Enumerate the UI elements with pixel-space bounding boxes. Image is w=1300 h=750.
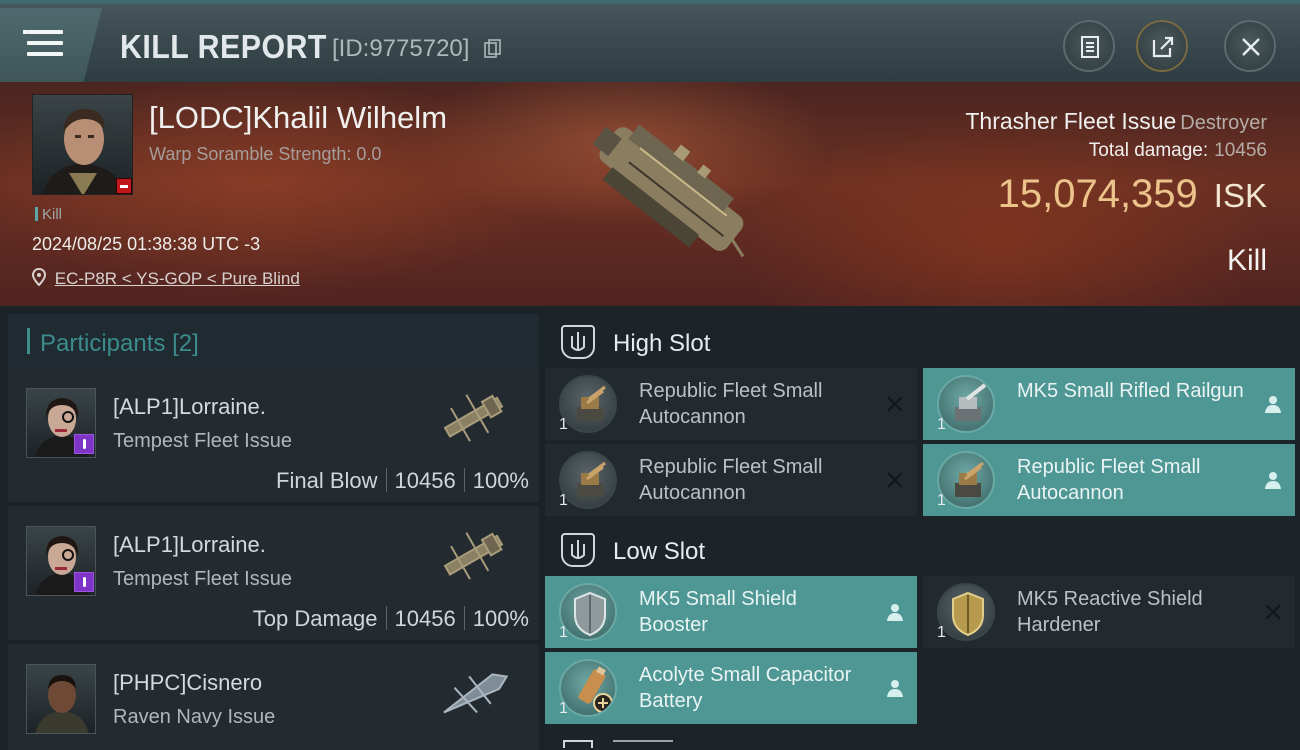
module-quantity: 1 [559,624,568,641]
kill-tag: Kill [35,206,62,223]
module-name: Republic Fleet Small Autocannon [639,456,823,504]
module-item[interactable]: 1 MK5 Reactive Shield Hardener [923,576,1295,648]
corp-badge [74,572,94,592]
slot-icon [561,533,595,567]
hostile-status-badge [116,178,132,194]
module-quantity: 1 [559,416,568,433]
module-item[interactable]: 1 Republic Fleet Small Autocannon [545,444,917,516]
module-name: Republic Fleet Small Autocannon [639,380,823,428]
isk-unit: ISK [1213,177,1267,214]
low-slot-header: Low Slot [545,518,1300,578]
victim-ship-image [592,124,745,258]
module-quantity: 1 [559,700,568,717]
isk-value: 15,074,359 ISK [998,172,1267,217]
clipboard-icon [1081,36,1099,58]
participant-card[interactable]: [ALP1]Lorraine. Tempest Fleet Issue Fina… [8,368,539,502]
dropped-person-icon [1265,472,1281,489]
participants-panel: Participants [2] [ALP1]Lorraine. Tempest… [0,306,545,750]
header-bar: KILL REPORT [ID:9775720] [0,0,1300,82]
module-quantity: 1 [559,492,568,509]
destroyed-x-icon [887,396,903,412]
low-slot-title: Low Slot [613,538,706,565]
high-slot-title: High Slot [613,330,711,357]
share-button[interactable] [1136,20,1188,72]
menu-icon [23,30,63,58]
module-item[interactable]: 1 Republic Fleet Small Autocannon [923,444,1295,516]
participant-stats: Final Blow 10456 100% [276,468,529,494]
total-damage-label: Total damage: [1088,140,1209,161]
participant-role: Final Blow [276,468,378,493]
copy-icon[interactable] [484,39,502,59]
kill-location[interactable]: EC-P8R < YS-GOP < Pure Blind [32,268,300,289]
victim-name[interactable]: [LODC]Khalil Wilhelm [149,100,447,136]
close-icon [1242,38,1260,56]
total-damage-value: 10456 [1214,140,1267,161]
participant-ship: Raven Navy Issue [113,706,276,728]
module-name: Acolyte Small Capacitor Battery [639,664,852,712]
module-quantity: 1 [937,492,946,509]
destroyed-x-icon [887,472,903,488]
module-quantity: 1 [937,416,946,433]
high-slot-header: High Slot [545,310,1300,370]
participant-damage: 10456 [394,468,456,493]
participant-ship-icon [443,394,504,442]
participant-damage: 10456 [394,606,456,631]
warp-scramble-strength: Warp Soramble Strength: 0.0 [149,144,382,164]
page-title: KILL REPORT [120,28,327,65]
kill-result: Kill [1226,244,1267,277]
participant-ship-icon [443,532,504,580]
total-damage: Total damage: 10456 [1089,140,1267,162]
participant-percent: 100% [472,606,529,631]
clipboard-button[interactable] [1063,20,1115,72]
isk-amount: 15,074,359 [997,172,1198,216]
location-link[interactable]: EC-P8R < YS-GOP < Pure Blind [55,269,300,288]
module-item[interactable]: 1 MK5 Small Rifled Railgun [923,368,1295,440]
participant-name[interactable]: [PHPC]Cisnero [113,670,262,696]
report-id: [ID:9775720] [332,35,470,62]
module-name: MK5 Reactive Shield Hardener [1017,588,1203,636]
menu-button[interactable] [0,8,102,82]
kill-datetime: 2024/08/25 01:38:38 UTC -3 [32,234,261,254]
dropped-person-icon [887,680,903,697]
fittings-panel: High Slot 1 Republic Fleet Small Autocan… [545,306,1300,750]
participant-name[interactable]: [ALP1]Lorraine. [113,532,266,558]
ship-name: Thrasher Fleet Issue [965,108,1177,134]
module-quantity: 1 [937,624,946,641]
participants-title: Participants [2] [40,330,199,357]
module-item[interactable]: 1 Acolyte Small Capacitor Battery [545,652,917,724]
participant-ship: Tempest Fleet Issue [113,430,292,452]
participant-role: Top Damage [252,606,378,631]
participant-avatar [26,664,96,734]
victim-banner: Kill [LODC]Khalil Wilhelm Warp Soramble … [0,82,1300,306]
participants-header: Participants [2] [8,314,539,370]
next-slot-header-partial [545,738,1300,750]
participant-card[interactable]: [PHPC]Cisnero Raven Navy Issue [8,644,539,750]
location-pin-icon [32,268,46,286]
share-icon [1152,36,1174,58]
ship-class: Destroyer [1180,112,1267,134]
participant-stats: Top Damage 10456 100% [253,606,529,632]
close-button[interactable] [1224,20,1276,72]
dropped-person-icon [1265,396,1281,413]
destroyed-x-icon [1265,604,1281,620]
victim-ship: Thrasher Fleet Issue Destroyer [965,108,1267,135]
participant-ship-icon [443,673,509,714]
dropped-person-icon [887,604,903,621]
module-item[interactable]: 1 Republic Fleet Small Autocannon [545,368,917,440]
module-name: MK5 Small Shield Booster [639,588,797,636]
corp-badge [74,434,94,454]
module-name: MK5 Small Rifled Railgun [1017,380,1244,402]
participant-ship: Tempest Fleet Issue [113,568,292,590]
participant-percent: 100% [472,468,529,493]
participant-card[interactable]: [ALP1]Lorraine. Tempest Fleet Issue Top … [8,506,539,640]
module-item[interactable]: 1 MK5 Small Shield Booster [545,576,917,648]
module-name: Republic Fleet Small Autocannon [1017,456,1201,504]
slot-icon [561,325,595,359]
participants-count: [2] [172,330,199,357]
participant-name[interactable]: [ALP1]Lorraine. [113,394,266,420]
